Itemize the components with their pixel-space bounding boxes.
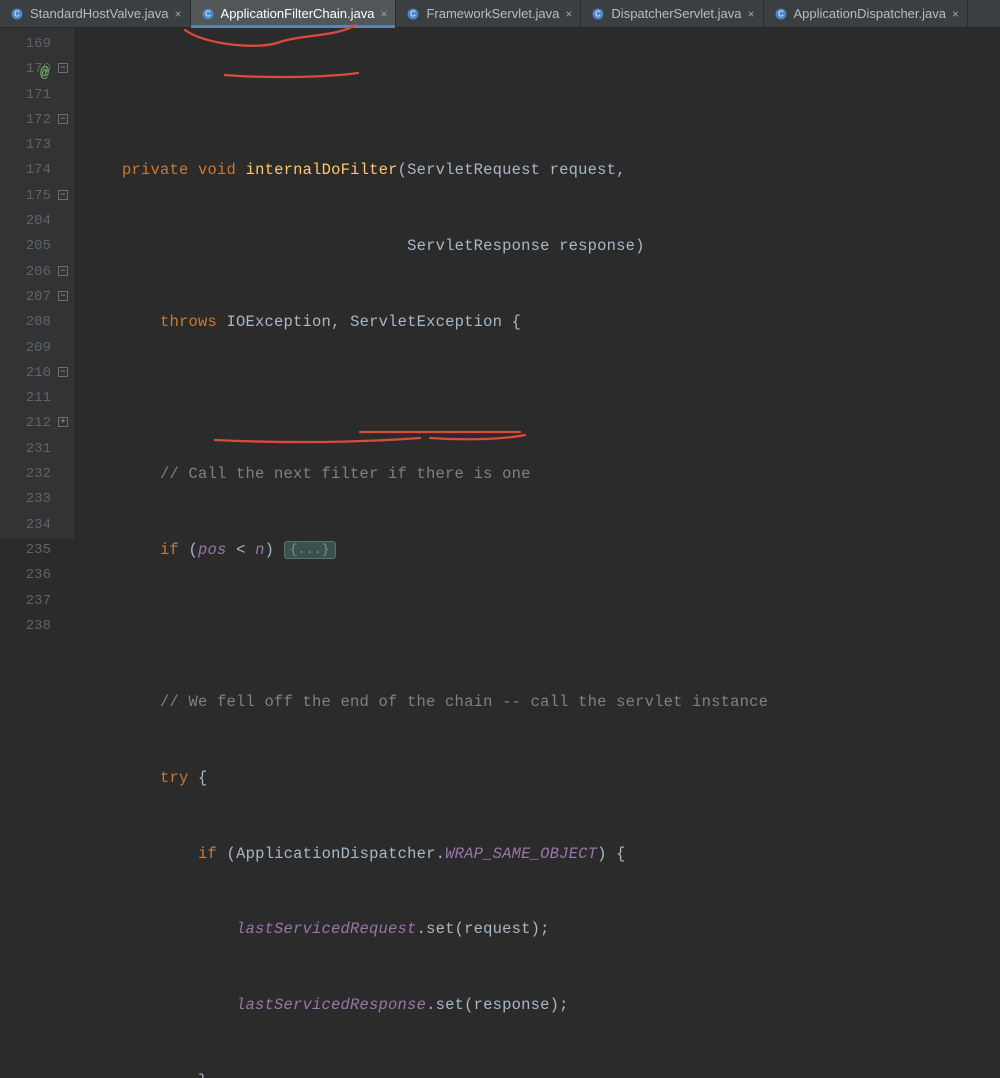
line-number[interactable]: 210− (0, 361, 51, 386)
line-number[interactable]: 234 (0, 513, 51, 538)
line-number[interactable]: 231 (0, 437, 51, 462)
fold-minus-icon[interactable]: − (58, 291, 68, 301)
line-number[interactable]: 235 (0, 538, 51, 563)
svg-text:C: C (778, 9, 784, 18)
close-icon[interactable]: × (565, 8, 572, 20)
svg-text:C: C (411, 9, 417, 18)
line-number[interactable]: 236 (0, 563, 51, 588)
tab-applicationdispatcher[interactable]: C ApplicationDispatcher.java × (764, 0, 969, 27)
close-icon[interactable]: × (952, 8, 959, 20)
svg-text:C: C (596, 9, 602, 18)
editor-tabbar: C StandardHostValve.java × C Application… (0, 0, 1000, 28)
tab-label: DispatcherServlet.java (611, 6, 741, 21)
fold-minus-icon[interactable]: − (58, 114, 68, 124)
svg-text:C: C (14, 9, 20, 18)
tab-label: ApplicationFilterChain.java (221, 6, 375, 21)
line-number[interactable]: 211 (0, 386, 51, 411)
close-icon[interactable]: × (175, 8, 182, 20)
line-number[interactable]: 204 (0, 209, 51, 234)
line-number[interactable]: 233 (0, 487, 51, 512)
line-number[interactable]: 169 (0, 32, 51, 57)
line-number[interactable]: 205 (0, 234, 51, 259)
line-number[interactable]: 208 (0, 310, 51, 335)
line-number[interactable]: 175− (0, 184, 51, 209)
tab-label: ApplicationDispatcher.java (794, 6, 946, 21)
line-number-gutter[interactable]: 169170−@171172−173174175−204205206−207−2… (0, 28, 74, 539)
line-number[interactable]: 238 (0, 614, 51, 639)
close-icon[interactable]: × (747, 8, 754, 20)
folded-block[interactable]: {...} (284, 541, 336, 559)
line-number[interactable]: 174 (0, 158, 51, 183)
fold-minus-icon[interactable]: − (58, 367, 68, 377)
editor-area[interactable]: 169170−@171172−173174175−204205206−207−2… (0, 28, 1000, 539)
tab-standardhostvalve[interactable]: C StandardHostValve.java × (0, 0, 191, 27)
line-number[interactable]: 173 (0, 133, 51, 158)
line-number[interactable]: 171 (0, 83, 51, 108)
tab-dispatcherservlet[interactable]: C DispatcherServlet.java × (581, 0, 763, 27)
java-file-icon: C (406, 7, 420, 21)
line-number[interactable]: 237 (0, 589, 51, 614)
java-file-icon: C (774, 7, 788, 21)
fold-plus-icon[interactable]: + (58, 417, 68, 427)
svg-text:C: C (205, 9, 211, 18)
code-area[interactable]: private void internalDoFilter(ServletReq… (74, 28, 1000, 539)
line-number[interactable]: 207− (0, 285, 51, 310)
java-file-icon: C (591, 7, 605, 21)
close-icon[interactable]: × (380, 8, 387, 20)
fold-minus-icon[interactable]: − (58, 190, 68, 200)
java-file-icon: C (201, 7, 215, 21)
line-number[interactable]: 232 (0, 462, 51, 487)
line-number[interactable]: 172− (0, 108, 51, 133)
fold-minus-icon[interactable]: − (58, 266, 68, 276)
tab-applicationfilterchain[interactable]: C ApplicationFilterChain.java × (191, 0, 397, 27)
tab-label: StandardHostValve.java (30, 6, 169, 21)
line-number[interactable]: 170−@ (0, 57, 51, 82)
fold-minus-icon[interactable]: − (58, 63, 68, 73)
tab-frameworkservlet[interactable]: C FrameworkServlet.java × (396, 0, 581, 27)
line-number[interactable]: 212+ (0, 411, 51, 436)
line-number[interactable]: 209 (0, 336, 51, 361)
java-file-icon: C (10, 7, 24, 21)
tab-label: FrameworkServlet.java (426, 6, 559, 21)
line-number[interactable]: 206− (0, 260, 51, 285)
